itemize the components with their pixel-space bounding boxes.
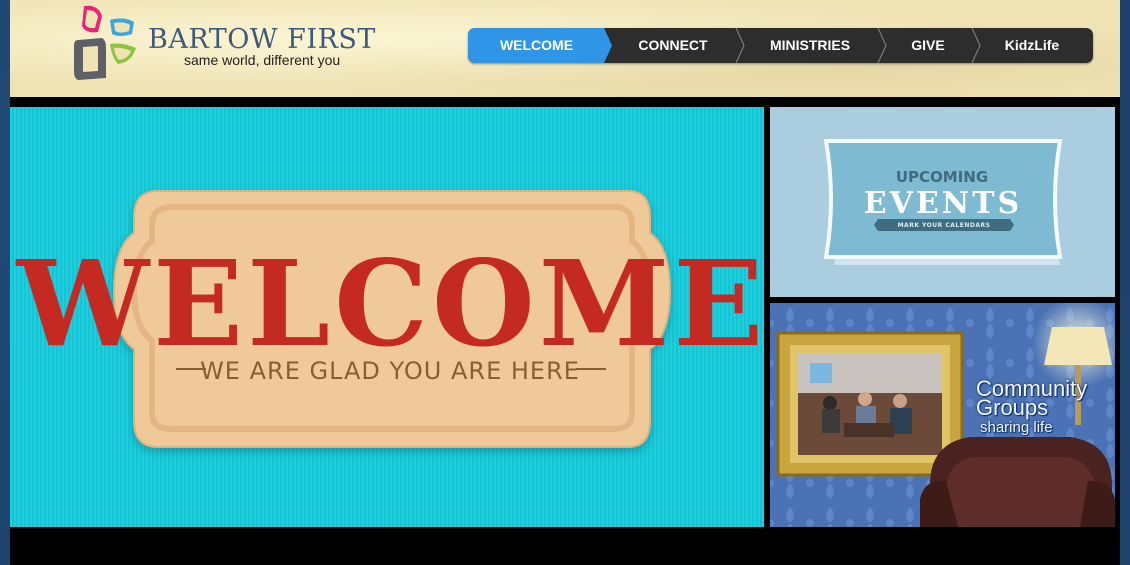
nav-item-connect[interactable]: CONNECT <box>614 28 732 63</box>
brand-tagline: same world, different you <box>184 52 341 68</box>
bartow-first-logo-icon <box>74 5 136 80</box>
welcome-subtitle: WE ARE GLAD YOU ARE HERE <box>200 357 580 385</box>
brand-name[interactable]: BARTOW FIRST <box>148 24 376 55</box>
nav-item-welcome[interactable]: WELCOME <box>468 28 612 63</box>
upcoming-events-banner[interactable]: UPCOMING EVENTS MARK YOUR CALENDARS <box>770 107 1115 297</box>
nav-item-ministries[interactable]: MINISTRIES <box>746 28 874 63</box>
events-ribbon: MARK YOUR CALENDARS <box>898 222 991 229</box>
nav-item-give[interactable]: GIVE <box>888 28 968 63</box>
groups-subtitle: sharing life <box>980 419 1053 436</box>
groups-title: Community Groups <box>976 378 1115 420</box>
nav-separator <box>971 28 981 63</box>
events-title: EVENTS <box>864 186 1022 221</box>
welcome-title: WELCOME <box>15 234 764 373</box>
picture-frame-icon <box>776 331 964 477</box>
events-kicker: UPCOMING <box>896 168 988 186</box>
armchair-icon <box>920 437 1115 527</box>
welcome-banner[interactable]: WELCOME WE ARE GLAD YOU ARE HERE <box>10 107 764 527</box>
main-navigation: WELCOME CONNECT MINISTRIES GIVE KidzLife <box>468 28 1093 63</box>
nav-item-kidzlife[interactable]: KidzLife <box>982 28 1082 63</box>
events-sign: UPCOMING EVENTS MARK YOUR CALENDARS <box>823 139 1063 265</box>
page-frame: BARTOW FIRST same world, different you W… <box>10 0 1120 565</box>
nav-separator <box>877 28 887 63</box>
site-header: BARTOW FIRST same world, different you W… <box>10 0 1120 97</box>
welcome-sign: WELCOME WE ARE GLAD YOU ARE HERE <box>15 190 764 448</box>
nav-separator <box>735 28 745 63</box>
groups-title-line2: Groups <box>976 395 1049 420</box>
community-groups-banner[interactable]: Community Groups sharing life <box>770 303 1115 527</box>
